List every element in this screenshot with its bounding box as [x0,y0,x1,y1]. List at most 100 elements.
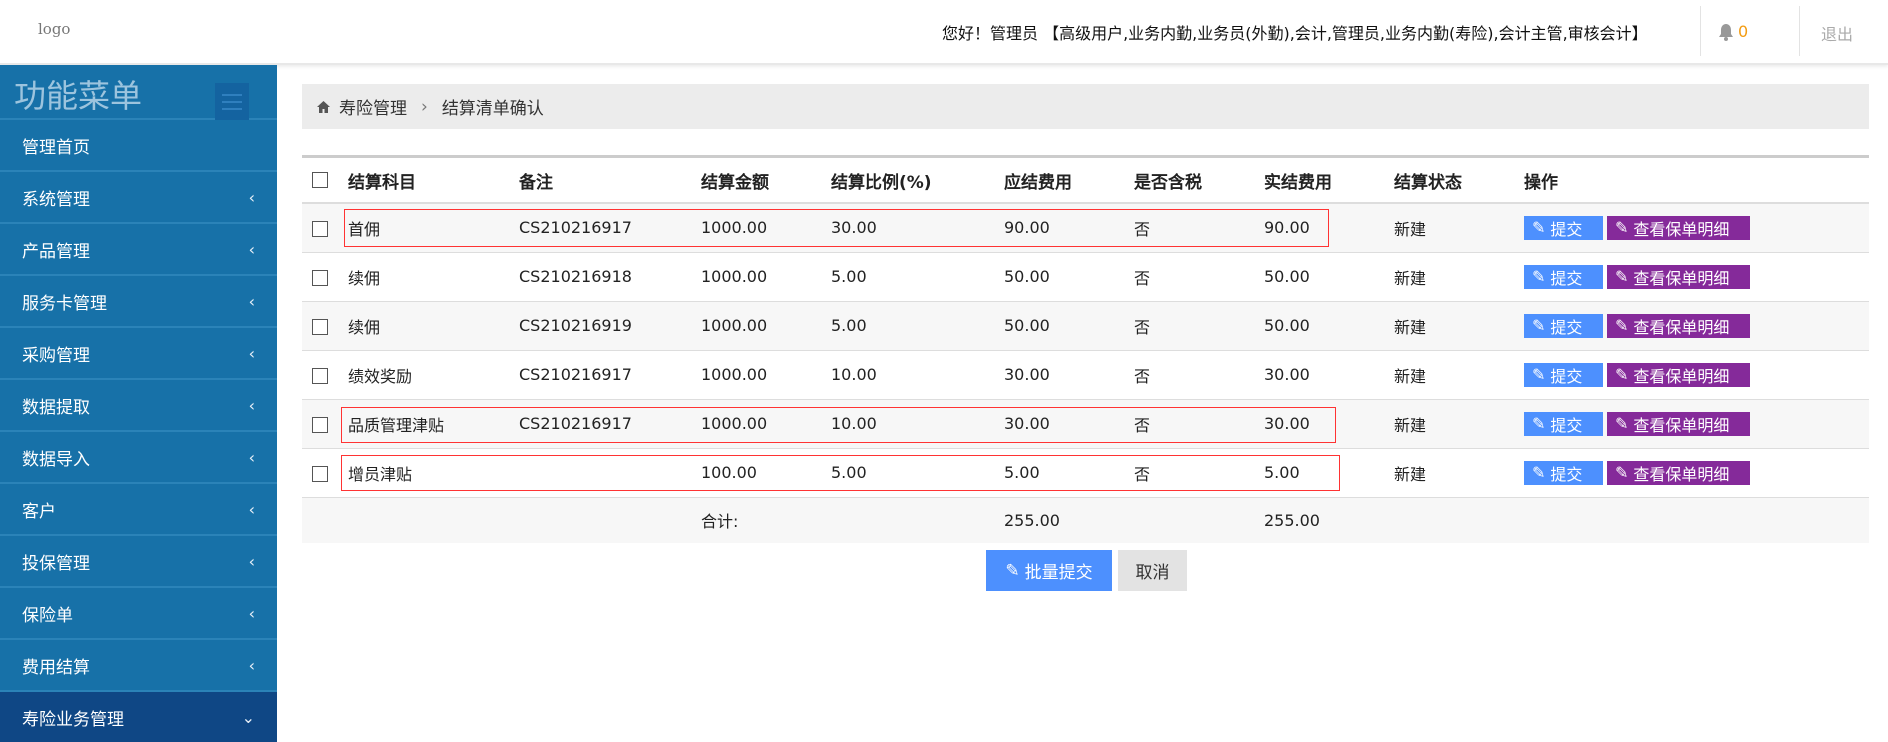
sidebar-title: 功能菜单 [14,77,143,115]
column-header: 应结费用 [1004,158,1134,204]
breadcrumb-separator: › [421,96,428,117]
table-cell: 新建 [1394,203,1524,253]
table-cell: 1000.00 [701,301,831,351]
sidebar-item[interactable]: 保险单 ‹ [0,588,277,640]
logo: logo [38,20,71,38]
sidebar-item[interactable]: 寿险业务管理 ⌄ [0,692,277,742]
notifications-button[interactable]: 0 [1718,22,1748,41]
column-header: 结算比例(%) [831,158,1004,204]
highlight-box [341,407,1336,443]
table-cell: 否 [1134,252,1264,302]
edit-icon: ✎ [1615,414,1629,433]
table-cell: 30.00 [1004,350,1134,400]
table-cell: 5.00 [831,301,1004,351]
chevron-icon: ‹ [248,239,255,259]
submit-button[interactable]: ✎ 提交 [1524,215,1603,240]
batch-submit-button[interactable]: ✎ 批量提交 [986,550,1112,591]
sidebar-item[interactable]: 服务卡管理 ‹ [0,276,277,328]
edit-icon: ✎ [1615,365,1629,384]
edit-icon: ✎ [1532,365,1546,384]
sidebar-item[interactable]: 数据导入 ‹ [0,432,277,484]
sidebar-item[interactable]: 费用结算 ‹ [0,640,277,692]
user-greeting: 您好！管理员 【高级用户,业务内勤,业务员(外勤),会计,管理员,业务内勤(寿险… [942,24,1648,43]
view-policy-detail-button[interactable]: ✎ 查看保单明细 [1607,313,1750,338]
view-policy-detail-button[interactable]: ✎ 查看保单明细 [1607,362,1750,387]
column-header: 结算状态 [1394,158,1524,204]
view-label: 查看保单明细 [1633,317,1730,337]
column-header: 备注 [519,158,701,204]
table-cell: 30.00 [1264,350,1394,400]
submit-button[interactable]: ✎ 提交 [1524,313,1603,338]
view-policy-detail-button[interactable]: ✎ 查看保单明细 [1607,411,1750,436]
column-header: 实结费用 [1264,158,1394,204]
sidebar-item-label: 管理首页 [22,137,90,158]
column-header: 是否含税 [1134,158,1264,204]
submit-button[interactable]: ✎ 提交 [1524,264,1603,289]
batch-submit-label: 批量提交 [1024,563,1093,583]
sidebar-item[interactable]: 投保管理 ‹ [0,536,277,588]
chevron-icon: ‹ [248,447,255,467]
logout-link[interactable]: 退出 [1821,21,1853,45]
sidebar-item-label: 保险单 [22,605,73,626]
home-icon [317,100,330,113]
row-checkbox[interactable] [312,367,328,384]
breadcrumb-item[interactable]: 寿险管理 [339,94,407,119]
highlight-box [341,455,1340,491]
select-all-checkbox[interactable] [312,172,328,188]
submit-label: 提交 [1550,219,1583,239]
edit-icon: ✎ [1615,267,1629,286]
submit-button[interactable]: ✎ 提交 [1524,411,1603,436]
table-cell: 新建 [1394,350,1524,400]
row-checkbox[interactable] [312,465,328,482]
table-cell: 5.00 [831,252,1004,302]
sidebar-item-label: 采购管理 [22,345,90,366]
sidebar-item-label: 客户 [22,501,56,522]
sidebar-item[interactable]: 采购管理 ‹ [0,328,277,380]
submit-button[interactable]: ✎ 提交 [1524,362,1603,387]
edit-icon: ✎ [1005,560,1020,581]
submit-label: 提交 [1550,317,1583,337]
chevron-icon: ‹ [248,395,255,415]
table-cell: CS210216917 [519,350,701,400]
sidebar-item[interactable]: 客户 ‹ [0,484,277,536]
view-policy-detail-button[interactable]: ✎ 查看保单明细 [1607,215,1750,240]
view-label: 查看保单明细 [1633,464,1730,484]
sidebar-item-label: 投保管理 [22,553,90,574]
table-row: 绩效奖励 CS210216917 1000.00 10.00 30.00 否 30.00 新建… [302,350,1869,400]
sidebar-item[interactable]: 数据提取 ‹ [0,380,277,432]
sidebar-item[interactable]: 管理首页 [0,120,277,172]
row-checkbox[interactable] [312,416,328,433]
view-label: 查看保单明细 [1633,219,1730,239]
sidebar-item-label: 系统管理 [22,189,90,210]
table-cell: 新建 [1394,301,1524,351]
submit-label: 提交 [1550,366,1583,386]
submit-label: 提交 [1550,415,1583,435]
table-cell: 50.00 [1264,252,1394,302]
table-row: 续佣 CS210216919 1000.00 5.00 50.00 否 50.00 新建 ✎ 提交… [302,301,1869,351]
row-checkbox[interactable] [312,269,328,286]
view-policy-detail-button[interactable]: ✎ 查看保单明细 [1607,264,1750,289]
sidebar: 功能菜单 管理首页 系统管理 ‹ 产品管理 ‹ 服务卡管理 ‹ 采购管理 ‹ 数据提取 ‹ 数据导入 ‹… [0,65,277,742]
sidebar-item-label: 寿险业务管理 [22,709,124,730]
sidebar-header: 功能菜单 [0,65,277,120]
sidebar-item[interactable]: 系统管理 ‹ [0,172,277,224]
table-cell: 新建 [1394,252,1524,302]
row-checkbox[interactable] [312,318,328,335]
view-label: 查看保单明细 [1633,268,1730,288]
sidebar-item[interactable]: 产品管理 ‹ [0,224,277,276]
chevron-icon: ‹ [248,343,255,363]
view-policy-detail-button[interactable]: ✎ 查看保单明细 [1607,460,1750,485]
view-label: 查看保单明细 [1633,366,1730,386]
row-checkbox[interactable] [312,220,328,237]
cancel-button[interactable]: 取消 [1118,550,1187,591]
table-cell: 否 [1134,301,1264,351]
chevron-icon: ‹ [248,603,255,623]
divider [1700,6,1701,56]
chevron-icon: ‹ [248,291,255,311]
edit-icon: ✎ [1615,218,1629,238]
bell-icon [1719,23,1733,41]
submit-button[interactable]: ✎ 提交 [1524,460,1603,485]
view-label: 查看保单明细 [1633,415,1730,435]
menu-toggle-button[interactable] [215,83,249,120]
column-header: 操作 [1524,158,1869,204]
